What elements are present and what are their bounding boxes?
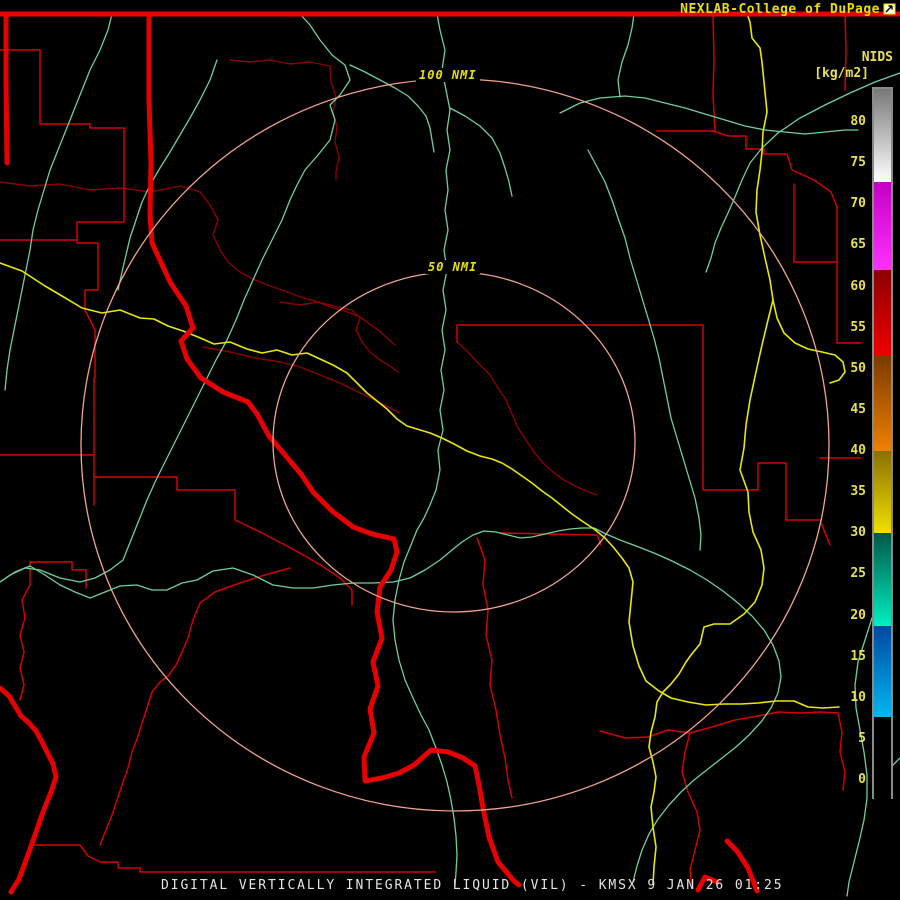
colorbar-tick-label: 20 — [850, 607, 866, 623]
county-boundary — [681, 732, 701, 889]
county-boundary — [19, 561, 31, 701]
river-line — [0, 527, 782, 883]
river-line — [705, 72, 900, 273]
county-boundary-dark — [0, 181, 396, 346]
river-line — [449, 107, 513, 197]
colorbar-segment — [874, 625, 891, 718]
colorbar-segment — [874, 88, 891, 182]
county-boundary — [712, 13, 716, 132]
river-line — [587, 149, 702, 551]
county-boundary-dark — [202, 346, 401, 414]
interstate-highway-line — [0, 685, 59, 895]
colorbar-tick-label: 65 — [850, 237, 866, 253]
colorbar-tick-label: 70 — [850, 196, 866, 212]
colorbar-tick-label: 15 — [850, 648, 866, 664]
highway-line — [648, 299, 774, 885]
river-line — [617, 13, 635, 98]
colorbar-tick-label: 25 — [850, 566, 866, 582]
county-boundary — [456, 324, 831, 546]
river-line — [559, 95, 859, 135]
county-boundary — [499, 532, 602, 546]
colorbar-units: [kg/m2] — [814, 66, 869, 81]
colorbar-tick-label: 40 — [850, 443, 866, 458]
river-line — [0, 13, 351, 583]
colorbar-tick-label: 35 — [850, 484, 866, 500]
colorbar-tick-label: 5 — [858, 730, 866, 746]
county-boundary — [99, 602, 201, 846]
colorbar-tick-label: 80 — [850, 114, 866, 129]
header-title: NEXLAB-College of DuPage — [680, 2, 880, 17]
colorbar-tick-label: 30 — [850, 525, 866, 541]
county-boundary-dark — [456, 341, 598, 496]
county-boundary-dark — [279, 301, 399, 373]
colorbar-segment — [874, 355, 891, 451]
colorbar-tick-label: 45 — [850, 401, 866, 417]
range-ring-label-50nmi: 50 NMI — [425, 260, 481, 274]
county-boundary — [712, 130, 838, 263]
county-boundary — [599, 711, 839, 739]
colorbar-tick-label: 10 — [850, 689, 866, 705]
river-line — [4, 13, 113, 391]
colorbar-segment — [874, 717, 891, 801]
colorbar-segment — [874, 532, 891, 626]
county-boundary — [476, 537, 513, 799]
colorbar-segment — [874, 181, 891, 270]
county-boundary — [32, 844, 436, 873]
radar-map-canvas — [0, 11, 900, 897]
colorbar-tick-label: 55 — [850, 319, 866, 335]
county-boundary-dark — [229, 59, 340, 181]
highway-line — [0, 262, 840, 709]
colorbar-segment — [874, 269, 891, 356]
colorbar-tick-label: 60 — [850, 278, 866, 294]
colorbar-tick-label: 75 — [850, 155, 866, 171]
product-title: DIGITAL VERTICALLY INTEGRATED LIQUID (VI… — [161, 878, 784, 893]
colorbar-tick-label: 0 — [858, 772, 866, 787]
colorbar — [872, 87, 893, 801]
range-ring-label-100nmi: 100 NMI — [416, 68, 480, 82]
county-boundary — [0, 49, 125, 379]
county-boundary — [837, 712, 846, 791]
colorbar-title: NIDS — [861, 50, 893, 65]
colorbar-segment — [874, 450, 891, 533]
radar-display: 100 NMI 50 NMI NEXLAB-College of DuPage … — [0, 0, 900, 900]
colorbar-tick-label: 50 — [850, 360, 866, 376]
range-ring-50nmi — [272, 271, 636, 613]
interstate-highway-line — [3, 11, 10, 166]
nw-arrow-box-icon — [883, 3, 896, 15]
